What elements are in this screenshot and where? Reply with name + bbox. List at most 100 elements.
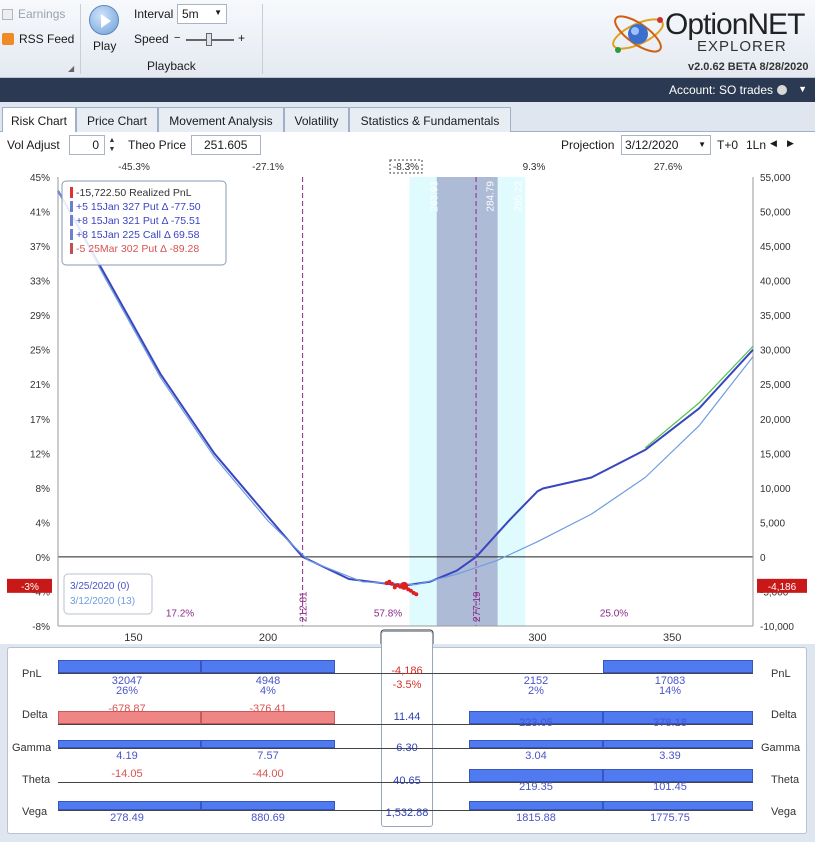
left-axis-tick: 45% xyxy=(30,173,50,184)
interval-select[interactable]: 5m ▼ xyxy=(177,4,227,24)
greek-label-left: Vega xyxy=(22,806,48,818)
greek-bar xyxy=(603,801,753,810)
greek-value: 1815.88 xyxy=(516,812,556,824)
prev-arrow-icon[interactable]: ◀ xyxy=(770,138,777,149)
greek-value: 4.19 xyxy=(116,750,138,762)
risk-chart[interactable]: 253.50 263.93 284.79 295.22 212.81 277.19 45% 4… xyxy=(0,158,815,644)
left-axis-tick: -8% xyxy=(32,622,50,633)
greek-label-left: Gamma xyxy=(12,742,52,754)
lines-label[interactable]: 1Ln xyxy=(746,138,766,152)
right-axis-tick: 50,000 xyxy=(760,208,791,219)
chevron-down-icon: ▼ xyxy=(698,140,706,149)
greek-percent: 4% xyxy=(260,685,276,697)
top-pct-label: 27.6% xyxy=(654,162,682,173)
greek-bar xyxy=(469,740,603,748)
current-greek-value: 6.30 xyxy=(396,742,418,754)
greek-percent: 2% xyxy=(528,685,544,697)
current-greek-value: 1,532.88 xyxy=(385,807,429,819)
greek-bar xyxy=(58,740,201,748)
legend-swatch xyxy=(70,215,73,226)
account-label[interactable]: Account: SO trades xyxy=(669,83,773,97)
greek-label-left: Theta xyxy=(22,774,51,786)
tab-volatility[interactable]: Volatility xyxy=(284,107,349,133)
right-flag-text: -4,186 xyxy=(768,582,797,593)
right-axis-tick: 15,000 xyxy=(760,449,791,460)
greek-value: 1775.75 xyxy=(650,812,690,824)
atom-logo-icon xyxy=(608,6,668,60)
x-axis-tick: 200 xyxy=(259,632,277,644)
greek-bar xyxy=(603,740,753,748)
greek-value: 101.45 xyxy=(653,781,687,793)
greek-value: -14.05 xyxy=(111,768,143,780)
chevron-down-icon: ▼ xyxy=(108,146,116,153)
left-axis-tick: 4% xyxy=(36,518,51,529)
minus-icon: − xyxy=(174,32,181,44)
current-pnl-percent: -3.5% xyxy=(392,679,422,691)
speed-slider[interactable]: − + xyxy=(174,31,248,46)
greek-value: -376.41 xyxy=(249,703,287,715)
date-legend-entry: 3/25/2020 (0) xyxy=(70,581,130,592)
vol-adjust-stepper[interactable]: ▲ ▼ xyxy=(106,135,118,155)
account-status-icon[interactable] xyxy=(777,85,787,95)
logo-wordmark: OptionNET xyxy=(665,8,805,41)
playback-group-label: Playback xyxy=(147,59,196,73)
legend-entry: +8 15Jan 225 Call Δ 69.58 xyxy=(76,229,200,241)
chevron-up-icon: ▲ xyxy=(108,137,116,144)
expand-corner-icon[interactable]: ◢ xyxy=(68,64,74,73)
rss-feed-button[interactable]: RSS Feed xyxy=(2,32,74,46)
tab-strip: Risk Chart Price Chart Movement Analysis… xyxy=(0,102,815,134)
band-label: 295.22 xyxy=(514,181,525,212)
left-axis-tick: 12% xyxy=(30,449,50,460)
earnings-icon xyxy=(2,8,13,20)
greek-bar xyxy=(469,801,603,810)
right-axis-tick: 25,000 xyxy=(760,380,791,391)
legend-swatch xyxy=(70,243,73,254)
left-axis-tick: 33% xyxy=(30,277,50,288)
right-axis-tick: -10,000 xyxy=(760,622,794,633)
breakeven-label: 277.19 xyxy=(472,591,483,622)
tab-movement-analysis[interactable]: Movement Analysis xyxy=(158,107,284,133)
greek-value: -678.87 xyxy=(108,703,146,715)
right-axis-tick: 0 xyxy=(760,553,766,564)
legend-entry: -15,722.50 Realized PnL xyxy=(76,187,192,199)
greek-bar xyxy=(603,660,753,673)
current-price-column xyxy=(381,631,433,827)
risk-chart-svg[interactable]: 253.50 263.93 284.79 295.22 212.81 277.19 45% 4… xyxy=(0,158,815,644)
greek-label-right: Vega xyxy=(771,806,797,818)
greek-value: 223.05 xyxy=(519,717,553,729)
projection-label: Projection xyxy=(561,138,615,152)
play-button[interactable] xyxy=(89,5,119,35)
greek-bar xyxy=(58,660,201,673)
greek-bar xyxy=(58,801,201,810)
trade-point xyxy=(392,585,397,590)
upper-tail-line xyxy=(644,345,754,449)
logo-subtitle: EXPLORER xyxy=(697,38,787,55)
next-arrow-icon[interactable]: ▶ xyxy=(787,138,794,149)
legend-entry: +8 15Jan 321 Put Δ -75.51 xyxy=(76,215,201,227)
greek-value: -44.00 xyxy=(252,768,284,780)
band-inner xyxy=(436,177,498,626)
account-bar: Account: SO trades ▼ xyxy=(0,78,815,102)
greek-label-right: Delta xyxy=(771,709,797,721)
t-plus-label[interactable]: T+0 xyxy=(717,138,738,152)
chevron-down-icon[interactable]: ▼ xyxy=(798,84,807,94)
slider-thumb[interactable] xyxy=(206,33,212,46)
earnings-button[interactable]: Earnings xyxy=(2,7,65,21)
theo-price-input[interactable]: 251.605 xyxy=(191,135,261,155)
projection-date-select[interactable]: 3/12/2020 ▼ xyxy=(621,135,711,155)
greek-value: 278.49 xyxy=(110,812,144,824)
tab-risk-chart[interactable]: Risk Chart xyxy=(2,107,76,134)
right-axis-tick: 35,000 xyxy=(760,311,791,322)
earnings-label: Earnings xyxy=(18,7,66,21)
legend-entry: -5 25Mar 302 Put Δ -89.28 xyxy=(76,243,199,255)
right-axis-tick: 5,000 xyxy=(760,518,785,529)
x-axis-tick: 300 xyxy=(528,632,546,644)
greek-bar xyxy=(201,740,335,748)
tab-statistics[interactable]: Statistics & Fundamentals xyxy=(349,107,511,133)
speed-label: Speed xyxy=(134,32,169,46)
vol-adjust-input[interactable]: 0 xyxy=(69,135,105,155)
right-axis-tick: 10,000 xyxy=(760,484,791,495)
trade-point xyxy=(414,592,419,597)
tab-price-chart[interactable]: Price Chart xyxy=(76,107,158,133)
version-label: v2.0.62 BETA 8/28/2020 xyxy=(688,61,809,73)
